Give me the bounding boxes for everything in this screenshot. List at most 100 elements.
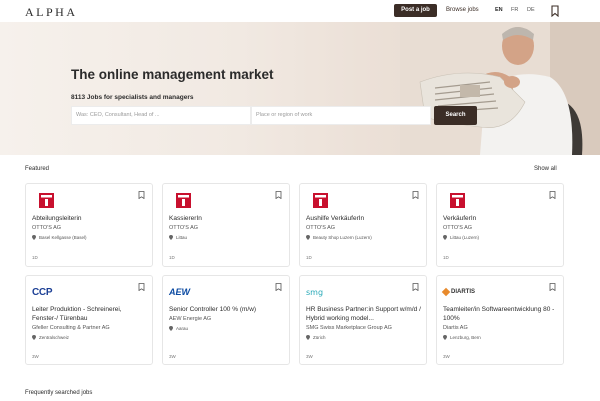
diartis-logo-icon: DIARTIS — [441, 287, 475, 297]
company-logo — [169, 191, 205, 209]
company-name: SMG Swiss Marketplace Group AG — [306, 325, 392, 331]
location-text: Zentralschweiz — [39, 335, 70, 340]
job-title[interactable]: KassiererIn — [169, 214, 284, 223]
ottos-logo-icon — [176, 192, 191, 208]
what-input[interactable]: Was: CEO, Consultant, Head of ... — [71, 106, 251, 125]
hero-title: The online management market — [71, 67, 274, 82]
job-location: Zentralschweiz — [32, 335, 69, 340]
diartis-mark-icon — [441, 287, 451, 297]
company-logo — [306, 191, 342, 209]
location-text: Zürich — [313, 335, 326, 340]
job-age: 3W — [169, 354, 176, 359]
top-navbar: ALPHA Post a job Browse jobs EN FR DE — [0, 0, 600, 22]
ottos-logo-icon — [450, 192, 465, 208]
job-location: Aarau — [169, 326, 188, 331]
lang-de[interactable]: DE — [527, 7, 535, 13]
bookmark-icon[interactable] — [412, 283, 419, 291]
job-title[interactable]: VerkäuferIn — [443, 214, 558, 223]
hero-banner: The online management market 8113 Jobs f… — [0, 22, 600, 155]
ccp-logo-icon: CCP — [32, 286, 53, 298]
job-age: 1D — [306, 255, 312, 260]
job-card[interactable]: smg HR Business Partner:in Support w/m/d… — [299, 275, 427, 365]
frequently-searched-heading: Frequently searched jobs — [25, 390, 93, 396]
bookmark-icon[interactable] — [138, 283, 145, 291]
company-name: AEW Energie AG — [169, 316, 212, 322]
job-age: 3W — [443, 354, 450, 359]
where-input[interactable]: Place or region of work — [251, 106, 431, 125]
location-text: Beauty Shop Luzern (Luzern) — [313, 235, 372, 240]
job-title[interactable]: Aushilfe VerkäuferIn — [306, 214, 421, 223]
bookmark-icon[interactable] — [549, 283, 556, 291]
lang-fr[interactable]: FR — [511, 7, 518, 13]
bookmark-icon[interactable] — [138, 191, 145, 199]
company-name: OTTO'S AG — [306, 225, 336, 231]
lang-en[interactable]: EN — [495, 7, 503, 13]
bookmark-icon[interactable] — [412, 191, 419, 199]
company-name: OTTO'S AG — [32, 225, 62, 231]
job-card[interactable]: AEW Senior Controller 100 % (m/w) AEW En… — [162, 275, 290, 365]
ottos-logo-icon — [313, 192, 328, 208]
location-text: Lenzburg, Bern — [450, 335, 481, 340]
location-pin-icon — [169, 235, 173, 240]
company-name: OTTO'S AG — [443, 225, 473, 231]
location-text: Littau — [176, 235, 188, 240]
location-pin-icon — [306, 335, 310, 340]
company-logo: DIARTIS — [441, 283, 479, 301]
job-title[interactable]: HR Business Partner:in Support w/m/d / H… — [306, 305, 421, 323]
bookmark-icon[interactable] — [275, 283, 282, 291]
location-text: Littau (Luzern) — [450, 235, 480, 240]
location-pin-icon — [169, 326, 173, 331]
job-title[interactable]: Senior Controller 100 % (m/w) — [169, 305, 284, 314]
hero-photo — [400, 22, 600, 155]
job-card[interactable]: Aushilfe VerkäuferIn OTTO'S AG Beauty Sh… — [299, 183, 427, 267]
job-title[interactable]: Leiter Produktion - Schreinerei, Fenster… — [32, 305, 147, 323]
job-location: Basel Kellgasse (Basel) — [32, 235, 87, 240]
job-location: Littau (Luzern) — [443, 235, 479, 240]
company-name: Diartis AG — [443, 325, 468, 331]
location-pin-icon — [32, 335, 36, 340]
bookmark-icon[interactable] — [275, 191, 282, 199]
post-job-button[interactable]: Post a job — [394, 4, 437, 17]
company-name: OTTO'S AG — [169, 225, 199, 231]
hero-subtitle: 8113 Jobs for specialists and managers — [71, 94, 194, 101]
location-pin-icon — [443, 235, 447, 240]
job-title[interactable]: Teamleiter/in Softwareentwicklung 80 - 1… — [443, 305, 558, 323]
company-logo — [32, 191, 68, 209]
search-bar: Was: CEO, Consultant, Head of ... Place … — [71, 106, 477, 125]
company-logo: AEW — [169, 283, 205, 301]
location-pin-icon — [443, 335, 447, 340]
location-text: Aarau — [176, 326, 189, 331]
job-location: Littau — [169, 235, 187, 240]
show-all-link[interactable]: Show all — [534, 166, 557, 172]
job-card[interactable]: CCP Leiter Produktion - Schreinerei, Fen… — [25, 275, 153, 365]
site-logo[interactable]: ALPHA — [25, 5, 78, 20]
search-button[interactable]: Search — [434, 106, 477, 125]
aew-logo-icon: AEW — [169, 287, 190, 297]
job-card[interactable]: KassiererIn OTTO'S AG Littau 1D — [162, 183, 290, 267]
browse-jobs-link[interactable]: Browse jobs — [446, 7, 479, 13]
job-age: 3W — [306, 354, 313, 359]
featured-heading: Featured — [25, 166, 50, 172]
location-text: Basel Kellgasse (Basel) — [39, 235, 87, 240]
job-location: Lenzburg, Bern — [443, 335, 481, 340]
job-location: Beauty Shop Luzern (Luzern) — [306, 235, 372, 240]
company-logo: smg — [306, 283, 342, 301]
job-card[interactable]: Abteilungsleiterin OTTO'S AG Basel Kellg… — [25, 183, 153, 267]
job-location: Zürich — [306, 335, 326, 340]
bookmark-icon[interactable] — [550, 5, 560, 17]
job-card[interactable]: DIARTIS Teamleiter/in Softwareentwicklun… — [436, 275, 564, 365]
job-age: 1D — [443, 255, 449, 260]
ottos-logo-icon — [39, 192, 54, 208]
diartis-logo-text: DIARTIS — [451, 289, 475, 295]
location-pin-icon — [32, 235, 36, 240]
bookmark-icon[interactable] — [549, 191, 556, 199]
job-title[interactable]: Abteilungsleiterin — [32, 214, 147, 223]
company-name: Gfeller Consulting & Partner AG — [32, 325, 110, 331]
job-age: 3W — [32, 354, 39, 359]
job-card[interactable]: VerkäuferIn OTTO'S AG Littau (Luzern) 1D — [436, 183, 564, 267]
company-logo: CCP — [32, 283, 68, 301]
location-pin-icon — [306, 235, 310, 240]
job-age: 1D — [32, 255, 38, 260]
job-age: 1D — [169, 255, 175, 260]
smg-logo-icon: smg — [306, 287, 324, 297]
